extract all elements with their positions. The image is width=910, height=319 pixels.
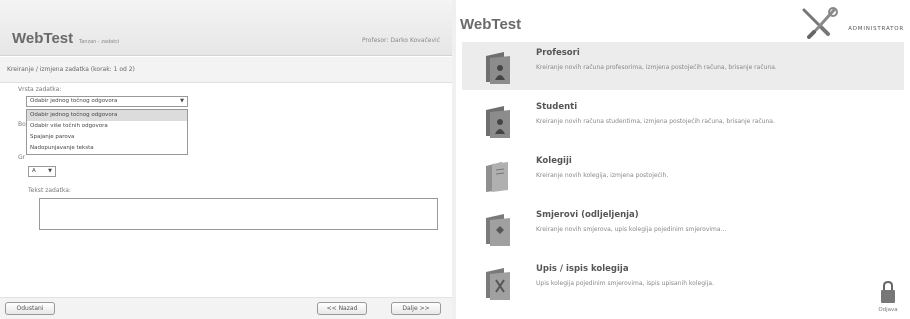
right-panel: WebTest ADMINISTRATOR Profesori Kreiranj… [456, 0, 910, 319]
task-type-select[interactable]: Odabir jednog točnog odgovora ▼ [26, 96, 188, 107]
app-logo: WebTest [460, 16, 522, 33]
logout-button[interactable]: Odjava [874, 280, 902, 316]
item-title: Smjerovi (odljeljenja) [536, 210, 639, 220]
smjerovi-folder-icon [486, 214, 510, 246]
task-text-input[interactable] [39, 198, 438, 230]
dropdown-option[interactable]: Odabir više točnih odgovora [27, 121, 187, 132]
upis-ispis-folder-icon [486, 268, 510, 300]
professor-label: Profesor: Darko Kovačević [361, 37, 440, 44]
profesori-folder-icon [486, 52, 510, 84]
item-desc: Upis kolegija pojedinim smjerovima, ispi… [536, 280, 714, 287]
item-desc: Kreiranje novih smjerova, upis kolegija … [536, 226, 727, 233]
lock-icon [881, 280, 895, 303]
logout-label: Odjava [878, 307, 898, 313]
tools-icon [802, 7, 838, 39]
task-type-dropdown: Odabir jednog točnog odgovora Odabir viš… [26, 109, 188, 155]
vrsta-label: Vrsta zadatka: [18, 86, 62, 93]
item-desc: Kreiranje novih kolegija, izmjena postoj… [536, 172, 669, 179]
back-button[interactable]: << Nazad [317, 302, 367, 315]
admin-label: ADMINISTRATOR [848, 26, 904, 32]
menu-item-smjerovi[interactable]: Smjerovi (odljeljenja) Kreiranje novih s… [462, 204, 904, 252]
grade-value: A [32, 168, 36, 174]
step-title: Kreiranje / izmjena zadatka (korak: 1 od… [7, 66, 135, 73]
dropdown-option[interactable]: Nadopunjavanje teksta [27, 143, 187, 154]
menu-item-upis-ispis[interactable]: Upis / ispis kolegija Upis kolegija poje… [462, 258, 904, 306]
menu-item-profesori[interactable]: Profesori Kreiranje novih računa profeso… [462, 42, 904, 90]
item-title: Profesori [536, 48, 580, 58]
dropdown-option[interactable]: Odabir jednog točnog odgovora [27, 110, 187, 121]
task-label: Tanzan - zadatci [79, 39, 120, 45]
chevron-down-icon: ▼ [180, 98, 184, 104]
left-panel: WebTest Tanzan - zadatci Profesor: Darko… [0, 0, 452, 319]
kolegiji-folder-icon [486, 162, 508, 192]
left-header: WebTest Tanzan - zadatci Profesor: Darko… [0, 0, 452, 56]
task-type-value: Odabir jednog točnog odgovora [30, 98, 118, 104]
menu-item-studenti[interactable]: Studenti Kreiranje novih računa studenti… [462, 96, 904, 144]
app-logo: WebTest [12, 30, 74, 47]
cancel-button[interactable]: Odustani [5, 302, 55, 315]
item-title: Studenti [536, 102, 578, 112]
subheader: Kreiranje / izmjena zadatka (korak: 1 od… [0, 57, 452, 83]
studenti-folder-icon [486, 106, 510, 138]
item-title: Upis / ispis kolegija [536, 264, 629, 274]
menu-item-kolegiji[interactable]: Kolegiji Kreiranje novih kolegija, izmje… [462, 150, 904, 198]
next-button[interactable]: Dalje >> [391, 302, 441, 315]
item-desc: Kreiranje novih računa profesorima, izmj… [536, 64, 777, 71]
left-footer: Odustani << Nazad Dalje >> [0, 297, 452, 319]
item-title: Kolegiji [536, 156, 572, 166]
item-desc: Kreiranje novih računa studentima, izmje… [536, 118, 775, 125]
grupa-label-partial: Gr [18, 154, 26, 161]
chevron-down-icon: ▼ [48, 168, 52, 174]
dropdown-option[interactable]: Spajanje parova [27, 132, 187, 143]
task-text-label: Tekst zadatka: [28, 187, 71, 194]
grade-select[interactable]: A ▼ [28, 166, 56, 177]
bodovi-label-partial: Bo [18, 121, 26, 128]
